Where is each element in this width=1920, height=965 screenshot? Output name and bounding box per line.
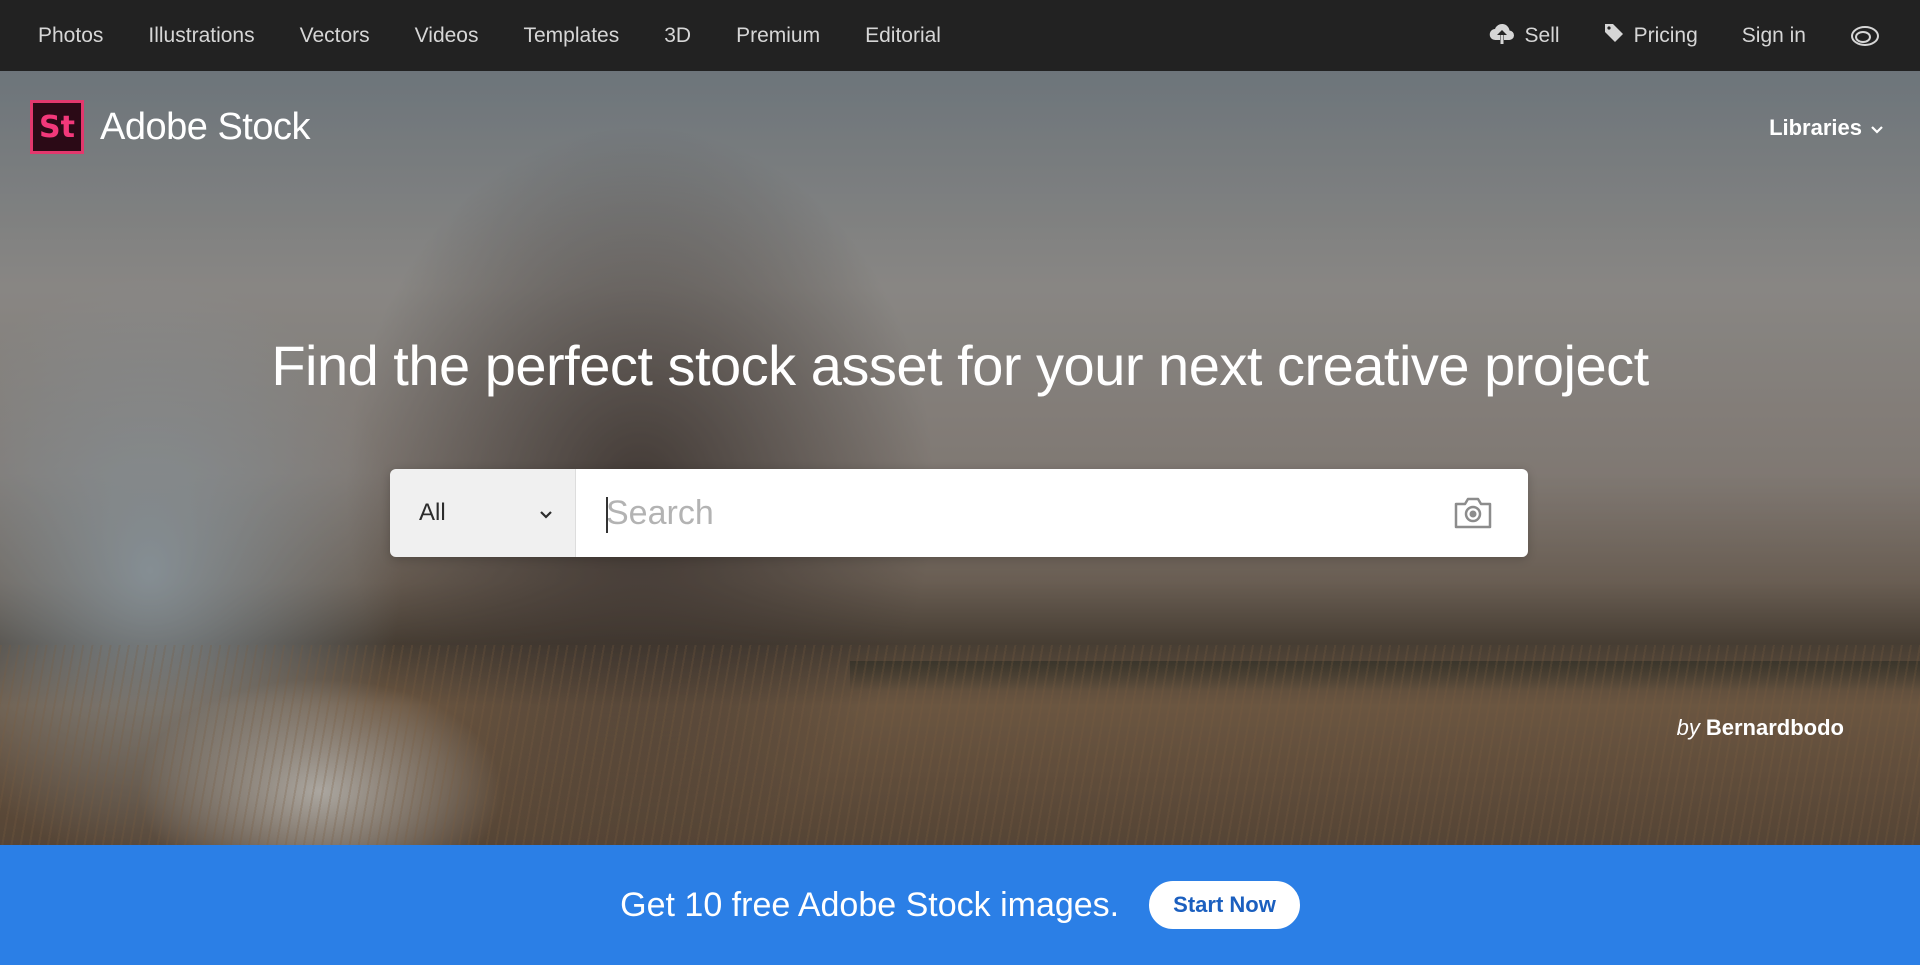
brand-name[interactable]: Adobe Stock [100,106,310,149]
credit-by: by [1676,715,1700,740]
photo-credit: by Bernardbodo [1677,715,1844,741]
pricing-link[interactable]: Pricing [1604,23,1698,49]
nav-link-videos[interactable]: Videos [415,24,479,48]
libraries-label: Libraries [1769,115,1862,140]
brand: St Adobe Stock [30,100,310,154]
search-input[interactable] [576,469,1528,557]
sell-label: Sell [1524,23,1560,47]
hero-banner: St Adobe Stock Libraries Find the perfec… [0,71,1920,845]
sign-in-label: Sign in [1741,23,1806,47]
search-category-value: All [419,499,446,526]
nav-link-illustrations[interactable]: Illustrations [148,24,254,48]
hero-overlay [0,71,1920,845]
nav-link-vectors[interactable]: Vectors [300,24,370,48]
nav-link-photos[interactable]: Photos [38,24,103,48]
sign-in-link[interactable]: Sign in [1742,24,1806,48]
text-caret [606,497,608,533]
top-navigation: Photos Illustrations Vectors Videos Temp… [0,0,1920,71]
nav-link-editorial[interactable]: Editorial [865,24,941,48]
nav-link-templates[interactable]: Templates [524,24,620,48]
search-category-select[interactable]: All [390,469,576,557]
category-nav: Photos Illustrations Vectors Videos Temp… [0,24,986,48]
nav-link-premium[interactable]: Premium [736,24,820,48]
tag-icon [1604,23,1634,49]
adobe-stock-logo[interactable]: St [30,100,84,154]
nav-link-3d[interactable]: 3D [664,24,691,48]
search-bar: All [390,469,1528,557]
cloud-upload-icon [1489,22,1525,50]
credit-author[interactable]: Bernardbodo [1706,715,1844,740]
sell-link[interactable]: Sell [1489,22,1560,50]
account-nav: Sell Pricing Sign in [1445,22,1920,50]
hero-headline: Find the perfect stock asset for your ne… [271,334,1649,397]
promo-text: Get 10 free Adobe Stock images. [620,885,1120,924]
creative-cloud-icon[interactable] [1850,25,1880,47]
camera-icon[interactable] [1452,495,1494,536]
libraries-menu[interactable]: Libraries [1769,115,1884,141]
pricing-label: Pricing [1633,23,1698,47]
start-now-button[interactable]: Start Now [1149,881,1300,929]
chevron-down-icon [1862,115,1884,141]
search-field [576,469,1528,557]
promo-banner: Get 10 free Adobe Stock images. Start No… [0,845,1920,965]
chevron-down-icon [539,499,553,527]
